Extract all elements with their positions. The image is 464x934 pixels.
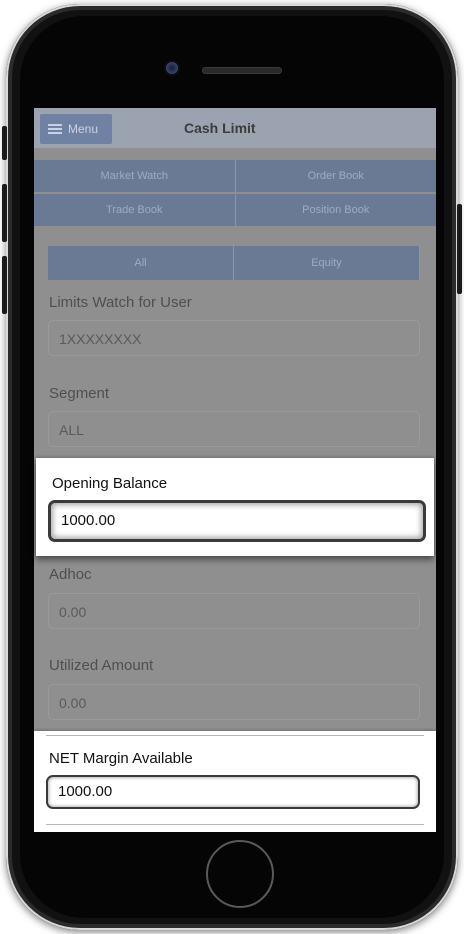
divider bbox=[46, 824, 424, 825]
adhoc-label: Adhoc bbox=[49, 566, 92, 583]
nav-grid: Market Watch Order Book Trade Book Posit… bbox=[34, 160, 436, 228]
nav-market-watch[interactable]: Market Watch bbox=[34, 160, 236, 192]
nav-trade-book[interactable]: Trade Book bbox=[34, 194, 236, 226]
segment-label: Segment bbox=[49, 385, 110, 402]
limits-watch-label: Limits Watch for User bbox=[49, 294, 192, 311]
power-button bbox=[457, 204, 462, 294]
adhoc-field[interactable]: 0.00 bbox=[48, 593, 420, 629]
hamburger-icon bbox=[48, 124, 62, 134]
filter-tabs: All Equity bbox=[48, 246, 420, 280]
utilized-amount-field[interactable]: 0.00 bbox=[48, 684, 420, 720]
segment-field[interactable]: ALL bbox=[48, 411, 420, 447]
utilized-amount-label: Utilized Amount bbox=[49, 657, 154, 674]
home-button[interactable] bbox=[206, 840, 274, 908]
page-title: Cash Limit bbox=[184, 120, 256, 136]
mute-switch bbox=[2, 126, 7, 160]
front-camera bbox=[166, 62, 178, 74]
nav-position-book[interactable]: Position Book bbox=[235, 194, 436, 226]
volume-up-button bbox=[2, 184, 7, 242]
nav-order-book[interactable]: Order Book bbox=[235, 160, 436, 192]
tab-all[interactable]: All bbox=[48, 246, 234, 280]
net-margin-label: NET Margin Available bbox=[49, 750, 193, 767]
divider bbox=[46, 735, 424, 736]
top-bar: Menu Cash Limit bbox=[34, 108, 436, 148]
menu-label: Menu bbox=[68, 122, 99, 136]
earpiece-speaker bbox=[202, 67, 282, 74]
net-margin-section: NET Margin Available 1000.00 bbox=[34, 731, 436, 832]
limits-watch-field[interactable]: 1XXXXXXXX bbox=[48, 320, 420, 356]
menu-button[interactable]: Menu bbox=[40, 114, 112, 144]
opening-balance-section: Opening Balance 1000.00 bbox=[36, 458, 434, 556]
volume-down-button bbox=[2, 256, 7, 314]
tab-equity[interactable]: Equity bbox=[234, 246, 420, 280]
net-margin-field[interactable]: 1000.00 bbox=[46, 775, 420, 809]
opening-balance-label: Opening Balance bbox=[52, 475, 168, 492]
opening-balance-field[interactable]: 1000.00 bbox=[48, 500, 426, 542]
